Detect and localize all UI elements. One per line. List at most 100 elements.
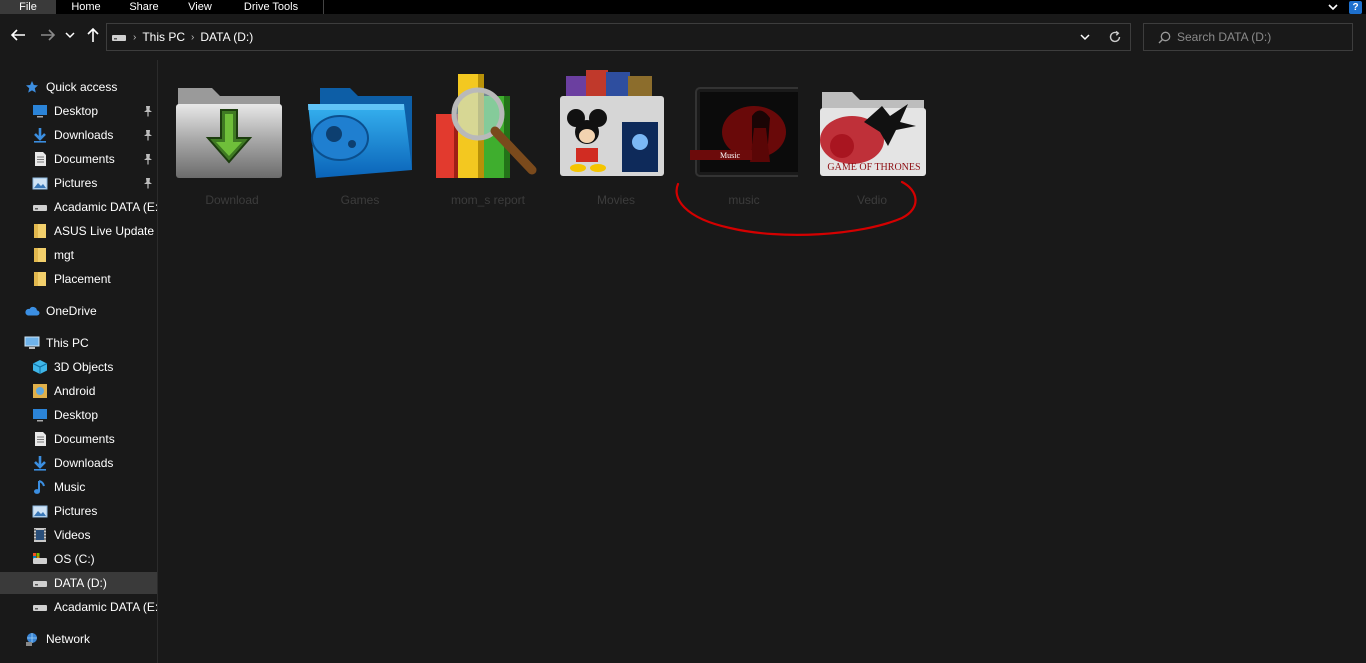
search-input[interactable] bbox=[1177, 30, 1347, 44]
sidebar-pc-item-3d-objects[interactable]: 3D Objects bbox=[0, 356, 157, 378]
file-explorer-window: File Home Share View Drive Tools ? › Thi… bbox=[0, 0, 1366, 663]
sidebar-item-acadamic-data-e[interactable]: Acadamic DATA (E:) bbox=[0, 196, 157, 218]
breadcrumb-data-d[interactable]: DATA (D:) bbox=[200, 30, 253, 44]
sidebar-item-label: Pictures bbox=[54, 504, 98, 518]
sidebar-item-label: Downloads bbox=[54, 128, 114, 142]
folder-icon bbox=[32, 247, 48, 263]
sidebar-item-label: Placement bbox=[54, 272, 111, 286]
sidebar-item-label: Desktop bbox=[54, 104, 99, 118]
folder-item-download[interactable]: Download bbox=[164, 66, 284, 207]
drive-icon bbox=[32, 199, 48, 215]
sidebar-item-asus-live-update[interactable]: ASUS Live Update bbox=[0, 220, 157, 242]
file-list-view: Download Games mom_s report Movies Music… bbox=[160, 60, 1366, 663]
folder-item-movies[interactable]: Movies bbox=[548, 66, 668, 207]
folder-item-music[interactable]: Music music bbox=[676, 66, 798, 207]
navigation-pane: Quick access Desktop Downloads Documents Pi… bbox=[0, 60, 158, 663]
folder-item-games[interactable]: Games bbox=[292, 66, 412, 207]
sidebar-item-desktop[interactable]: Desktop bbox=[0, 100, 157, 122]
help-icon[interactable]: ? bbox=[1349, 0, 1362, 14]
sidebar-this-pc[interactable]: This PC bbox=[0, 332, 157, 354]
breadcrumb-this-pc[interactable]: This PC bbox=[142, 30, 185, 44]
music-icon bbox=[32, 479, 48, 495]
sidebar-onedrive[interactable]: OneDrive bbox=[0, 300, 157, 322]
refresh-icon bbox=[1109, 30, 1121, 43]
tab-home[interactable]: Home bbox=[58, 0, 114, 14]
drive-icon bbox=[112, 35, 126, 41]
sidebar-item-label: Android bbox=[54, 384, 96, 398]
movies-folder-icon bbox=[560, 70, 664, 176]
sidebar-pc-item-os-c[interactable]: OS (C:) bbox=[0, 548, 157, 570]
sidebar-item-label: Pictures bbox=[54, 176, 98, 190]
download-icon bbox=[32, 455, 48, 471]
sidebar-pc-item-data-d[interactable]: DATA (D:) bbox=[0, 572, 157, 594]
tab-file[interactable]: File bbox=[0, 0, 56, 14]
sidebar-item-pictures[interactable]: Pictures bbox=[0, 172, 157, 194]
sidebar-pc-item-music[interactable]: Music bbox=[0, 476, 157, 498]
address-history-button[interactable] bbox=[1070, 24, 1100, 50]
desktop-icon bbox=[32, 103, 48, 119]
back-button[interactable] bbox=[9, 24, 27, 46]
game-of-thrones-folder-icon: GAME OF THRONES bbox=[820, 92, 926, 176]
os-drive-icon bbox=[32, 551, 48, 567]
sidebar-item-documents[interactable]: Documents bbox=[0, 148, 157, 170]
breadcrumb-separator-icon[interactable]: › bbox=[191, 32, 194, 43]
sidebar-item-downloads[interactable]: Downloads bbox=[0, 124, 157, 146]
report-folder-icon bbox=[436, 74, 537, 178]
pin-icon[interactable] bbox=[143, 105, 153, 117]
forward-arrow-icon bbox=[41, 29, 56, 41]
sidebar-pc-item-documents[interactable]: Documents bbox=[0, 428, 157, 450]
up-button[interactable] bbox=[84, 24, 102, 46]
sidebar-pc-item-videos[interactable]: Videos bbox=[0, 524, 157, 546]
sidebar-pc-item-pictures[interactable]: Pictures bbox=[0, 500, 157, 522]
folder-item-mom-s-report[interactable]: mom_s report bbox=[420, 66, 540, 207]
sidebar-item-placement[interactable]: Placement bbox=[0, 268, 157, 290]
folder-item-vedio[interactable]: GAME OF THRONES Vedio bbox=[804, 66, 926, 207]
folder-label: music bbox=[728, 193, 760, 207]
breadcrumb-separator-icon[interactable]: › bbox=[133, 32, 136, 43]
desktop-icon bbox=[32, 407, 48, 423]
pin-icon[interactable] bbox=[143, 129, 153, 141]
tab-share[interactable]: Share bbox=[114, 0, 174, 14]
recent-locations-button[interactable] bbox=[63, 24, 77, 46]
sidebar-item-label: mgt bbox=[54, 248, 75, 262]
android-icon bbox=[32, 383, 48, 399]
sidebar-item-label: Documents bbox=[54, 432, 115, 446]
sidebar-pc-item-acadamic-data-e[interactable]: Acadamic DATA (E:) bbox=[0, 596, 157, 618]
navigation-bar: › This PC › DATA (D:) bbox=[0, 14, 1366, 60]
sidebar-network[interactable]: Network bbox=[0, 628, 157, 650]
expand-ribbon-chevron-icon[interactable] bbox=[1327, 1, 1339, 13]
computer-icon bbox=[24, 335, 40, 351]
search-box[interactable] bbox=[1143, 23, 1353, 51]
folder-label: Download bbox=[205, 193, 259, 207]
download-icon bbox=[32, 127, 48, 143]
document-icon bbox=[32, 151, 48, 167]
pin-icon[interactable] bbox=[143, 153, 153, 165]
folder-label: Games bbox=[340, 193, 380, 207]
sidebar-item-mgt[interactable]: mgt bbox=[0, 244, 157, 266]
address-bar[interactable]: › This PC › DATA (D:) bbox=[106, 23, 1131, 51]
refresh-button[interactable] bbox=[1100, 24, 1130, 50]
drive-icon bbox=[32, 575, 48, 591]
sidebar-item-label: This PC bbox=[46, 336, 89, 350]
cloud-icon bbox=[24, 303, 40, 319]
address-bar-controls bbox=[1070, 24, 1130, 50]
folder-icon bbox=[32, 223, 48, 239]
sidebar-item-label: Documents bbox=[54, 152, 115, 166]
tab-drive-tools[interactable]: Drive Tools bbox=[226, 0, 324, 14]
download-folder-icon bbox=[176, 88, 282, 178]
tab-view[interactable]: View bbox=[174, 0, 226, 14]
chevron-down-icon bbox=[1080, 34, 1090, 41]
pin-icon[interactable] bbox=[143, 177, 153, 189]
sidebar-quick-access[interactable]: Quick access bbox=[0, 76, 157, 98]
sidebar-pc-item-android[interactable]: Android bbox=[0, 380, 157, 402]
sidebar-pc-item-desktop[interactable]: Desktop bbox=[0, 404, 157, 426]
network-icon bbox=[24, 631, 40, 647]
ribbon-controls: ? bbox=[1327, 0, 1362, 14]
pictures-icon bbox=[32, 503, 48, 519]
folder-label: Movies bbox=[596, 193, 635, 207]
sidebar-item-label: Desktop bbox=[54, 408, 99, 422]
forward-button[interactable] bbox=[39, 24, 57, 46]
star-icon bbox=[24, 79, 40, 95]
back-arrow-icon bbox=[10, 29, 25, 41]
sidebar-pc-item-downloads[interactable]: Downloads bbox=[0, 452, 157, 474]
